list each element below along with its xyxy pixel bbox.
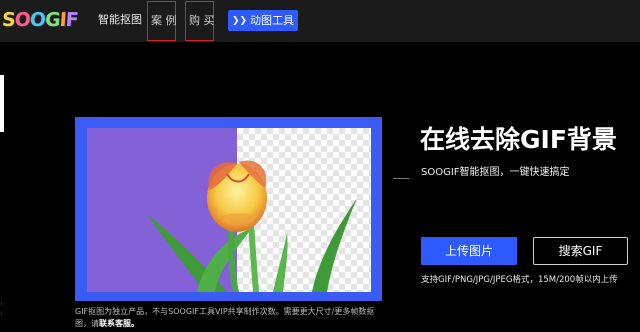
nav-cases[interactable]: 案 例 bbox=[147, 1, 177, 41]
edge-decoration: · · bbox=[0, 300, 3, 320]
product-note: GIF抠图为独立产品，不与SOOGIF工具VIP共享制作次数。需要更大尺寸/更多… bbox=[75, 306, 385, 330]
side-scroll-indicator[interactable] bbox=[0, 75, 4, 132]
supported-formats-text: 支持GIF/PNG/JPG/JPEG格式，15M/200帧以内上传 bbox=[421, 275, 618, 285]
page: SOOGIF 智能抠图 案 例 购 买 ❯❯ 动图工具 · · GIF抠图为独立… bbox=[0, 0, 640, 332]
contact-support-link[interactable]: 联系客服。 bbox=[99, 319, 139, 328]
nav-buy[interactable]: 购 买 bbox=[185, 1, 215, 41]
nav-smart-cutout[interactable]: 智能抠图 bbox=[98, 13, 142, 27]
page-subtitle: SOOGIF智能抠图，一键快速搞定 bbox=[421, 167, 570, 178]
logo[interactable]: SOOGIF bbox=[1, 8, 78, 32]
divider-dash bbox=[393, 178, 409, 179]
top-nav-bar: SOOGIF 智能抠图 案 例 购 买 ❯❯ 动图工具 bbox=[0, 0, 640, 42]
demo-image-frame bbox=[75, 117, 382, 301]
tulip-before-after-image bbox=[87, 128, 371, 292]
page-title: 在线去除GIF背景 bbox=[420, 125, 617, 154]
upload-image-button[interactable]: 上传图片 bbox=[421, 237, 517, 265]
double-chevron-icon: ❯❯ bbox=[231, 16, 248, 26]
search-gif-button[interactable]: 搜索GIF bbox=[533, 237, 628, 265]
demo-image bbox=[87, 128, 371, 292]
gif-tools-button[interactable]: ❯❯ 动图工具 bbox=[228, 10, 298, 31]
gif-tools-label: 动图工具 bbox=[250, 14, 295, 27]
